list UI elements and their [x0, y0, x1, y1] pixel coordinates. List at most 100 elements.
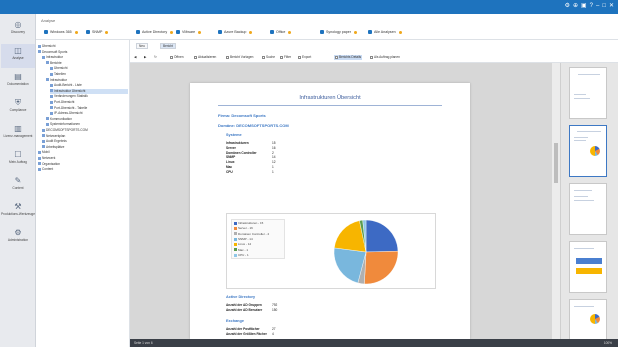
tree-item[interactable]: DECOMSOFTSPORTS.COM — [42, 128, 128, 133]
chart-icon: ◫ — [14, 46, 22, 55]
tree-item[interactable]: Decomsoft Sports — [38, 50, 128, 55]
tree-item[interactable]: Port-Übersicht - Tabelle — [50, 106, 128, 111]
favorite-icon[interactable] — [353, 30, 357, 34]
minimize-icon[interactable]: – — [596, 2, 599, 11]
toolbar-option-label: Export — [302, 55, 312, 59]
tree-item[interactable]: Audit Ergebnis — [42, 139, 128, 144]
license-icon: ▥ — [14, 124, 22, 133]
tree-item[interactable]: Mobil — [38, 150, 128, 155]
tree-item[interactable]: Content — [38, 167, 128, 172]
thumbnail-page-2[interactable] — [569, 125, 607, 177]
new-button[interactable]: Neu — [136, 43, 148, 49]
document-viewer[interactable]: Infrastrukturen Übersicht Firma: Decomso… — [130, 63, 560, 343]
tab-0[interactable]: Windows 365 — [44, 28, 78, 36]
tree-item[interactable]: Infrastruktur — [42, 55, 128, 60]
tree-item[interactable]: Kommunikation — [46, 117, 128, 122]
tree-item[interactable]: Port-Übersicht — [50, 100, 128, 105]
systems-row: Domänen Controller 2 — [226, 151, 282, 155]
tree-item[interactable]: Infrastruktur Übersicht — [50, 88, 128, 94]
tab-3[interactable]: VMware — [176, 28, 202, 36]
rail-item-0[interactable]: ◎ Discovery — [1, 18, 35, 42]
row-key: Anzahl der Postfächer — [226, 327, 260, 331]
toolbar-option-7[interactable]: Als Auftrag planen — [370, 55, 400, 60]
favorite-icon[interactable] — [105, 30, 109, 34]
rail-item-7[interactable]: ⚒ Produktions-Werkzeuge — [1, 200, 35, 224]
toolbar-option-0[interactable]: Öffnen — [170, 55, 184, 60]
folder-icon — [42, 134, 45, 138]
tree-item-label: Übersicht — [42, 44, 56, 48]
thumbnail-page-1[interactable] — [569, 67, 607, 119]
section-title: Analyse — [41, 18, 56, 23]
tree-item[interactable]: Veränderungen Statistik — [50, 94, 128, 99]
close-icon[interactable]: ✕ — [609, 2, 614, 11]
row-key: Anzahl der AD Gruppen — [226, 303, 262, 307]
tab-7[interactable]: Alle Analysen — [368, 28, 402, 36]
toolbar-option-2[interactable]: Bericht Vorlagen — [226, 55, 253, 60]
tree-item[interactable]: Infrastruktur — [46, 78, 128, 83]
maximize-icon[interactable]: □ — [602, 2, 606, 11]
thumbnail-page-4[interactable] — [569, 241, 607, 293]
toolbar-option-label: Aktualisieren — [198, 55, 217, 59]
folder-icon — [46, 117, 49, 121]
rail-item-1[interactable]: ◫ Analyse — [1, 44, 35, 68]
tree-item[interactable]: IP-Adress-Übersicht — [50, 111, 128, 116]
tab-6[interactable]: Synology paper — [320, 28, 357, 36]
tree-item[interactable]: Arbeitsplätze — [42, 145, 128, 150]
tab-5[interactable]: Office — [270, 28, 292, 36]
rail-item-3[interactable]: ⛨ Compliance — [1, 96, 35, 120]
toolbar-option-label: Filter — [284, 55, 292, 59]
help-icon[interactable]: ? — [590, 2, 593, 11]
tree-item[interactable]: Berichte — [46, 61, 128, 66]
pie-slice-1 — [364, 250, 399, 285]
tree-item[interactable]: Übersicht — [38, 44, 128, 49]
tree-item[interactable]: Audit-Bericht - Liste — [50, 83, 128, 88]
tab-1[interactable]: SNMP — [86, 28, 109, 36]
rail-item-5[interactable]: ☐ Mein Auftrag — [1, 148, 35, 172]
tree-item[interactable]: Übersicht — [50, 66, 128, 71]
ad-heading: Active Directory — [226, 295, 256, 299]
toolbar-option-5[interactable]: Export — [298, 55, 311, 60]
back-icon[interactable]: ◀ — [134, 55, 136, 60]
rail-item-6[interactable]: ✎ Content — [1, 174, 35, 198]
refresh-icon[interactable]: ↻ — [154, 55, 157, 60]
app-window: ⚙ ⊕ ▣ ? – □ ✕ ◎ Discovery ◫ Analyse ▤ Dokumen… — [0, 0, 618, 347]
rail-item-label: Lizenz-management — [3, 134, 33, 138]
row-value: 1 — [272, 169, 274, 174]
favorite-icon[interactable] — [198, 30, 202, 34]
row-key: Anzahl der Größten Fächer — [226, 332, 267, 336]
toolbar-option-3[interactable]: Suche — [262, 55, 275, 60]
pie-slice-0 — [365, 219, 399, 253]
forward-icon[interactable]: ▶ — [144, 55, 146, 60]
report-button[interactable]: Bericht — [160, 43, 176, 49]
rail-item-2[interactable]: ▤ Dokumentation — [1, 70, 35, 94]
tree-item-label: Mobil — [42, 150, 50, 155]
toolbar-option-1[interactable]: Aktualisieren — [194, 55, 216, 60]
exchange-row: Anzahl der Postfächer 27 — [226, 327, 282, 331]
scrollbar-thumb[interactable] — [554, 143, 558, 183]
rail-item-8[interactable]: ⚙ Administration — [1, 226, 35, 250]
tab-label: Synology paper — [326, 30, 351, 34]
favorite-icon[interactable] — [398, 30, 402, 34]
tree-item[interactable]: Organisation — [38, 162, 128, 167]
tree-item[interactable]: Tabellen — [50, 72, 128, 77]
screen-icon[interactable]: ▣ — [581, 2, 587, 11]
tree-item[interactable]: Systeminformationen — [46, 122, 128, 127]
toolbar-option-6[interactable]: Berichts Details — [334, 55, 363, 60]
toolbar-option-4[interactable]: Filter — [280, 55, 291, 60]
row-value: 4 — [272, 332, 274, 336]
thumbnail-page-3[interactable] — [569, 183, 607, 235]
tab-2[interactable]: Active Directory — [136, 28, 174, 36]
favorite-icon[interactable] — [249, 30, 253, 34]
tree-item[interactable]: Netzwerk — [38, 156, 128, 161]
vertical-scrollbar[interactable] — [552, 63, 560, 339]
zoom-level[interactable]: 100% — [604, 339, 612, 347]
settings-icon[interactable]: ⚙ — [565, 2, 570, 11]
favorite-icon[interactable] — [170, 30, 174, 34]
tree-item-label: Infrastruktur — [46, 55, 64, 60]
rail-item-4[interactable]: ▥ Lizenz-management — [1, 122, 35, 146]
tree-item[interactable]: Netzwerkplan — [42, 134, 128, 139]
add-icon[interactable]: ⊕ — [573, 2, 578, 11]
favorite-icon[interactable] — [288, 30, 292, 34]
tab-4[interactable]: Azure Backup — [218, 28, 253, 36]
favorite-icon[interactable] — [74, 30, 78, 34]
